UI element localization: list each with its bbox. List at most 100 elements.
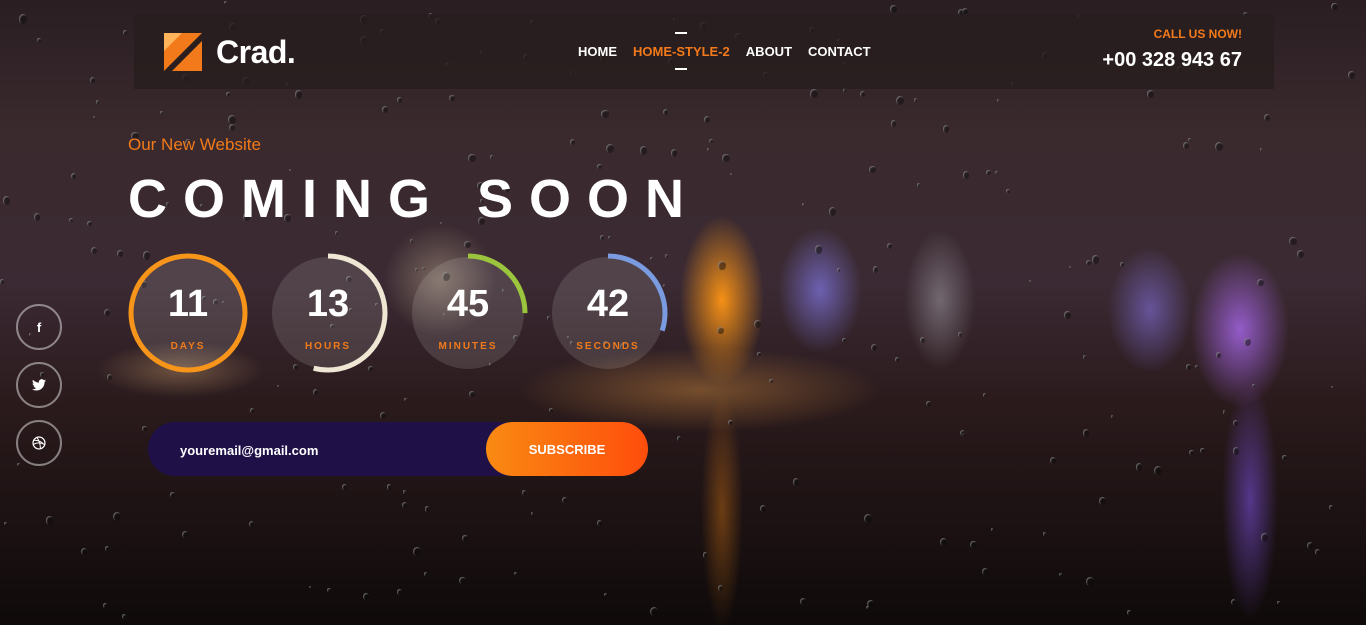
rain-drop: [468, 153, 476, 163]
rain-drop: [513, 571, 517, 576]
logo[interactable]: Crad.: [164, 33, 296, 71]
rain-drop: [939, 537, 947, 547]
rain-drop: [896, 95, 904, 105]
rain-drop: [1059, 573, 1063, 577]
rain-drop: [1099, 497, 1107, 506]
rain-drop: [312, 389, 318, 396]
hero-tagline: Our New Website: [128, 135, 261, 154]
countdown-days: 11 DAYS: [128, 253, 248, 373]
rain-drop: [1064, 311, 1071, 319]
rain-drop: [863, 514, 872, 524]
rain-drop: [95, 100, 99, 104]
rain-drop: [1277, 601, 1280, 604]
rain-drop: [608, 235, 611, 239]
nav-item-home-style-2[interactable]: HOME-STYLE-2: [633, 44, 730, 59]
rain-drop: [869, 166, 876, 174]
rain-drop: [1069, 265, 1072, 269]
rain-drop: [919, 337, 926, 344]
rain-drop: [294, 90, 302, 99]
rain-drop: [159, 111, 163, 115]
rain-drop: [703, 115, 710, 123]
rain-drop: [19, 14, 28, 24]
rain-drop: [670, 149, 678, 157]
facebook-button[interactable]: f: [16, 304, 62, 350]
rain-drop: [836, 267, 841, 272]
rain-drop: [410, 239, 414, 244]
rain-drop: [702, 552, 708, 558]
rain-drop: [277, 384, 280, 387]
rain-drop: [1189, 449, 1194, 455]
rain-drop: [996, 99, 1000, 103]
rain-drop: [81, 547, 88, 555]
rain-drop: [112, 512, 121, 522]
rain-drop: [102, 603, 108, 609]
rain-drop: [45, 516, 54, 526]
rain-drop: [649, 607, 658, 617]
hours-value: 13: [306, 283, 350, 325]
rain-drop: [335, 230, 339, 235]
rain-drop: [327, 588, 331, 593]
minutes-value: 45: [446, 283, 490, 325]
rain-drop: [1085, 259, 1091, 266]
rain-drop: [942, 124, 950, 133]
rain-drop: [17, 462, 21, 466]
rain-drop: [90, 77, 96, 84]
call-block: CALL US NOW! +00 328 943 67: [1102, 27, 1242, 72]
rain-drop: [1216, 352, 1221, 358]
rain-drop: [1119, 261, 1125, 267]
rain-drop: [1282, 454, 1288, 461]
rain-drop: [969, 540, 977, 549]
rain-drop: [1028, 279, 1031, 283]
rain-drop: [1330, 386, 1333, 389]
logo-icon: [164, 33, 202, 71]
rain-drop: [916, 183, 920, 187]
email-field[interactable]: [178, 422, 482, 478]
rain-drop: [1146, 90, 1154, 99]
rain-drop: [601, 109, 610, 119]
minutes-label: MINUTES: [438, 341, 498, 352]
rain-drop: [962, 171, 970, 180]
rain-drop: [87, 220, 93, 227]
subscribe-button[interactable]: SUBSCRIBE: [486, 422, 648, 476]
dribbble-button[interactable]: [16, 420, 62, 466]
nav-item-about[interactable]: ABOUT: [746, 44, 792, 59]
rain-drop: [1042, 532, 1047, 537]
hours-label: HOURS: [304, 341, 352, 352]
rain-drop: [860, 90, 866, 97]
rain-drop: [676, 435, 682, 441]
rain-drop: [718, 584, 724, 591]
rain-drop: [121, 614, 127, 620]
rain-drop: [1329, 504, 1334, 510]
rain-drop: [706, 147, 710, 151]
nav-item-contact[interactable]: CONTACT: [808, 44, 871, 59]
rain-drop: [249, 520, 255, 527]
rain-drop: [1257, 278, 1264, 287]
rain-drop: [469, 390, 475, 398]
hero-title: COMING SOON: [128, 169, 701, 229]
rain-drop: [362, 592, 370, 601]
rain-drop: [229, 124, 236, 132]
days-value: 11: [167, 283, 209, 325]
rain-drop: [104, 309, 111, 316]
twitter-button[interactable]: [16, 362, 62, 408]
rain-drop: [801, 203, 805, 207]
call-number[interactable]: +00 328 943 67: [1102, 49, 1242, 72]
rain-drop: [1091, 255, 1100, 265]
rain-drop: [386, 484, 392, 490]
countdown-seconds: 42 SECONDS: [548, 253, 668, 373]
rain-drop: [1186, 364, 1192, 370]
rain-drop: [381, 105, 388, 113]
rain-drop: [1259, 147, 1263, 151]
rain-drop: [1260, 533, 1269, 543]
rain-drop: [459, 576, 466, 585]
nav-item-home[interactable]: HOME: [578, 44, 617, 59]
rain-drop: [228, 115, 236, 125]
rain-drop: [759, 505, 767, 513]
rain-drop: [341, 484, 347, 490]
rain-drop: [722, 153, 730, 163]
rain-drop: [226, 92, 230, 97]
seconds-value: 42: [586, 283, 630, 325]
rain-drop: [1230, 598, 1236, 605]
rain-drop: [250, 407, 255, 413]
rain-drop: [913, 97, 918, 102]
